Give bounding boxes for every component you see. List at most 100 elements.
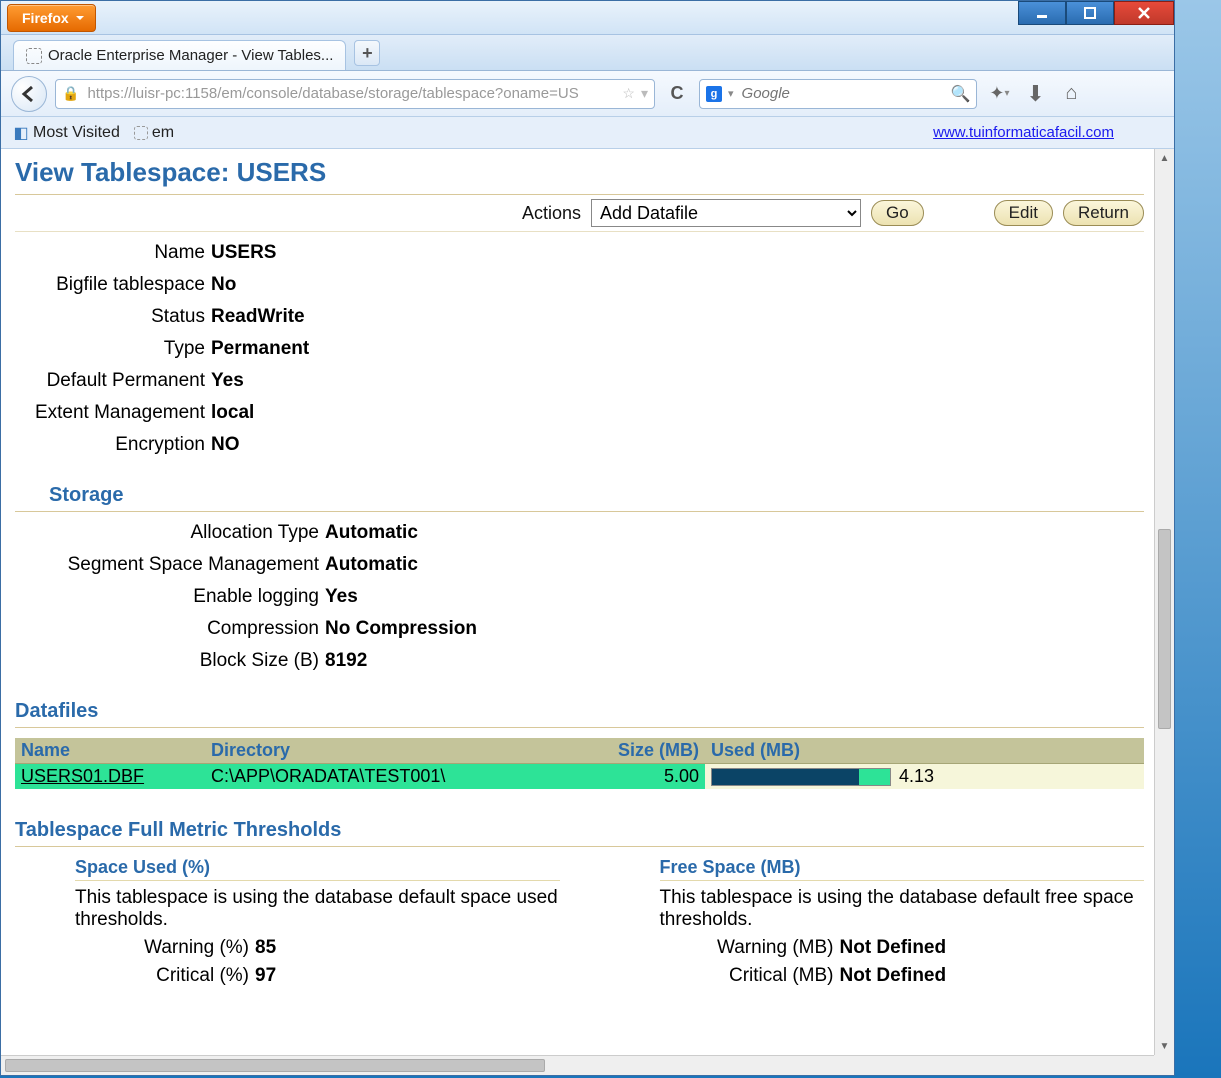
bookmark-star-filled-icon: ✦ (989, 83, 1004, 104)
titlebar: Firefox (1, 1, 1174, 35)
url-bar[interactable]: 🔒 ☆ ▾ (55, 79, 655, 109)
search-input[interactable] (740, 84, 945, 103)
page-icon (134, 126, 148, 140)
logging-label: Enable logging (15, 586, 325, 608)
fs-warn-label: Warning (MB) (600, 937, 840, 959)
su-crit-label: Critical (%) (15, 965, 255, 987)
url-dropdown-icon[interactable]: ▾ (641, 85, 648, 102)
col-size[interactable]: Size (MB) (575, 738, 705, 764)
scroll-thumb[interactable] (1158, 529, 1171, 729)
bookmark-most-visited[interactable]: ◧ Most Visited (13, 124, 120, 142)
search-icon[interactable]: 🔍 (951, 84, 971, 104)
search-engine-dropdown-icon[interactable]: ▾ (728, 87, 734, 100)
thresholds-columns: Space Used (%) This tablespace is using … (15, 857, 1144, 993)
browser-window: Firefox Oracle Enterprise Manager - View… (0, 0, 1175, 1076)
space-used-threshold: Space Used (%) This tablespace is using … (15, 857, 560, 993)
reload-button[interactable]: C (663, 80, 691, 108)
firefox-menu-button[interactable]: Firefox (7, 4, 96, 32)
free-space-title: Free Space (MB) (660, 857, 1145, 878)
minimize-button[interactable] (1018, 1, 1066, 25)
bookmarks-menu-button[interactable]: ✦▾ (985, 80, 1013, 108)
actions-label: Actions (522, 203, 581, 224)
close-button[interactable] (1114, 1, 1174, 25)
datafile-name-link[interactable]: USERS01.DBF (21, 766, 144, 786)
new-tab-button[interactable]: + (354, 40, 380, 66)
col-used[interactable]: Used (MB) (705, 738, 1144, 764)
logging-value: Yes (325, 586, 358, 608)
datafile-used-cell: 4.13 (705, 764, 1144, 789)
alloc-label: Allocation Type (15, 522, 325, 544)
close-icon (1137, 6, 1151, 20)
bookmark-label: Most Visited (33, 124, 120, 142)
browser-tab[interactable]: Oracle Enterprise Manager - View Tables.… (13, 40, 346, 70)
promo-link[interactable]: www.tuinformaticafacil.com (933, 124, 1114, 141)
go-button[interactable]: Go (871, 200, 924, 226)
space-used-desc: This tablespace is using the database de… (75, 887, 560, 931)
edit-button[interactable]: Edit (994, 200, 1053, 226)
fs-warn-value: Not Defined (840, 937, 947, 959)
actions-select[interactable]: Add Datafile (591, 199, 861, 227)
datafile-size: 5.00 (575, 764, 705, 790)
storage-heading: Storage (49, 484, 1144, 507)
content-area: View Tablespace: USERS Actions Add Dataf… (1, 149, 1174, 1075)
su-warn-label: Warning (%) (15, 937, 255, 959)
most-visited-icon: ◧ (13, 125, 29, 141)
back-arrow-icon (20, 85, 38, 103)
status-label: Status (15, 306, 211, 328)
search-bar[interactable]: g ▾ 🔍 (699, 79, 977, 109)
col-dir[interactable]: Directory (205, 738, 575, 764)
chevron-down-icon (75, 13, 85, 23)
page-content: View Tablespace: USERS Actions Add Dataf… (1, 149, 1154, 1055)
comp-value: No Compression (325, 618, 477, 640)
scroll-corner (1154, 1055, 1174, 1075)
alloc-value: Automatic (325, 522, 418, 544)
enc-value: NO (211, 434, 240, 456)
fs-crit-value: Not Defined (840, 965, 947, 987)
url-input[interactable] (85, 84, 616, 103)
datafile-used: 4.13 (899, 766, 934, 787)
type-label: Type (15, 338, 211, 360)
space-used-title: Space Used (%) (75, 857, 560, 878)
home-icon: ⌂ (1065, 82, 1077, 105)
thresholds-heading: Tablespace Full Metric Thresholds (15, 819, 1144, 842)
status-value: ReadWrite (211, 306, 305, 328)
scroll-thumb[interactable] (5, 1059, 545, 1072)
window-controls (1018, 1, 1174, 25)
plus-icon: + (362, 43, 373, 64)
storage-properties: Allocation TypeAutomatic Segment Space M… (15, 522, 1144, 682)
home-button[interactable]: ⌂ (1057, 80, 1085, 108)
scroll-up-arrow-icon[interactable]: ▲ (1155, 149, 1174, 167)
scroll-down-arrow-icon[interactable]: ▼ (1155, 1037, 1174, 1055)
block-label: Block Size (B) (15, 650, 325, 672)
return-button[interactable]: Return (1063, 200, 1144, 226)
extent-value: local (211, 402, 254, 424)
name-label: Name (15, 242, 211, 264)
horizontal-scrollbar[interactable] (1, 1055, 1154, 1075)
table-row[interactable]: USERS01.DBF C:\APP\ORADATA\TEST001\ 5.00… (15, 764, 1144, 790)
used-bar (711, 768, 891, 786)
page-icon (26, 48, 42, 64)
firefox-menu-label: Firefox (22, 10, 69, 26)
back-button[interactable] (11, 76, 47, 112)
datafile-dir: C:\APP\ORADATA\TEST001\ (205, 764, 575, 790)
table-header-row: Name Directory Size (MB) Used (MB) (15, 738, 1144, 764)
comp-label: Compression (15, 618, 325, 640)
bookmark-star-icon[interactable]: ☆ (622, 85, 635, 102)
defperm-label: Default Permanent (15, 370, 211, 392)
nav-toolbar: 🔒 ☆ ▾ C g ▾ 🔍 ✦▾ ⬇ ⌂ (1, 71, 1174, 117)
vertical-scrollbar[interactable]: ▲ ▼ (1154, 149, 1174, 1055)
bookmarks-toolbar: ◧ Most Visited em www.tuinformaticafacil… (1, 117, 1174, 149)
bigfile-value: No (211, 274, 236, 296)
extent-label: Extent Management (15, 402, 211, 424)
defperm-value: Yes (211, 370, 244, 392)
maximize-button[interactable] (1066, 1, 1114, 25)
bookmark-em[interactable]: em (134, 124, 174, 142)
datafiles-heading: Datafiles (15, 700, 1144, 723)
bookmark-label: em (152, 124, 174, 142)
downloads-button[interactable]: ⬇ (1021, 80, 1049, 108)
reload-icon: C (671, 83, 684, 104)
page-title: View Tablespace: USERS (15, 157, 1144, 188)
su-crit-value: 97 (255, 965, 276, 987)
col-name[interactable]: Name (15, 738, 205, 764)
type-value: Permanent (211, 338, 309, 360)
